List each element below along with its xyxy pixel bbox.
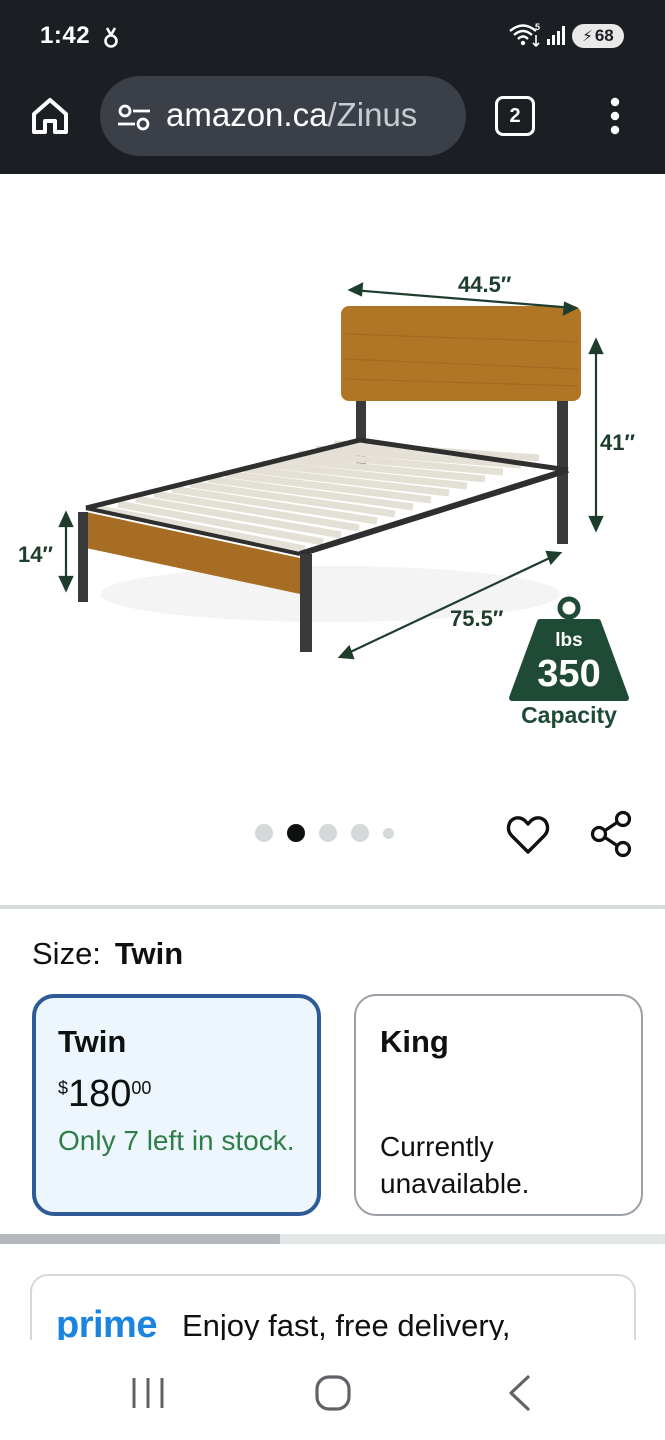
carousel-dot[interactable]: [383, 827, 394, 839]
home-icon[interactable]: [28, 94, 72, 138]
scrollbar-thumb[interactable]: [0, 1234, 280, 1244]
product-image[interactable]: 44.5″ 41″ 14″ 75.5″ lbs 350 Capacity: [0, 174, 665, 774]
capacity-unit: lbs: [555, 630, 582, 651]
size-option-name: King: [380, 1024, 449, 1059]
price-whole: 180: [68, 1073, 132, 1115]
dimension-clearance: 14″: [18, 542, 53, 567]
site-settings-icon[interactable]: [116, 102, 152, 132]
size-option-price: $180 00: [58, 1074, 295, 1114]
browser-chrome: 1:42 5 ⚡ 68 amazon.ca/Zinus 2: [0, 0, 665, 174]
capacity-value: 350: [537, 653, 600, 695]
more-vert-icon[interactable]: [604, 96, 626, 136]
dimension-length: 75.5″: [450, 606, 504, 631]
availability-status: Currently unavailable.: [380, 1131, 530, 1199]
url-text[interactable]: amazon.ca/Zinus: [166, 96, 456, 134]
size-option-king[interactable]: King Currently unavailable.: [354, 994, 643, 1216]
status-time: 1:42: [40, 22, 91, 49]
price-fraction: 00: [131, 1078, 152, 1098]
prime-text: Enjoy fast, free delivery,: [182, 1308, 511, 1343]
price-currency: $: [58, 1078, 69, 1098]
signal-icon: [547, 26, 565, 45]
capacity-label: Capacity: [521, 702, 617, 728]
image-carousel-indicator[interactable]: [255, 823, 394, 843]
carousel-dot-active[interactable]: [287, 824, 305, 842]
charging-icon: ⚡: [582, 28, 593, 45]
tab-count: 2: [509, 104, 521, 127]
url-domain: amazon.ca: [166, 96, 328, 133]
size-option-name: Twin: [58, 1024, 127, 1059]
capacity-badge: lbs 350 Capacity: [509, 596, 629, 728]
dimension-width: 44.5″: [458, 272, 512, 297]
carousel-dot[interactable]: [319, 824, 337, 842]
tab-switcher-icon[interactable]: 2: [495, 96, 535, 136]
system-nav-bar: [0, 1340, 665, 1440]
size-option-twin[interactable]: Twin $180 00 Only 7 left in stock.: [32, 994, 321, 1216]
dimension-height: 41″: [600, 430, 635, 455]
size-selected-value: Twin: [114, 936, 184, 971]
carousel-dot[interactable]: [255, 824, 273, 842]
back-icon[interactable]: [502, 1374, 536, 1412]
address-bar[interactable]: amazon.ca/Zinus: [100, 76, 466, 156]
heart-icon[interactable]: [505, 812, 551, 858]
stock-status: Only 7 left in stock.: [58, 1125, 295, 1156]
recents-icon[interactable]: [128, 1376, 168, 1410]
status-bar: 1:42 5 ⚡ 68: [0, 0, 665, 70]
size-label: Size:: [32, 936, 101, 971]
notification-icon: [104, 27, 118, 48]
svg-text:5: 5: [535, 22, 540, 32]
home-nav-icon[interactable]: [314, 1374, 352, 1412]
url-path: /Zinus: [327, 96, 418, 133]
battery-level: 68: [594, 26, 614, 45]
wifi-icon: 5: [509, 22, 540, 48]
horizontal-scrollbar[interactable]: [0, 1234, 665, 1244]
section-divider: [0, 905, 665, 909]
battery-indicator: ⚡ 68: [572, 24, 624, 48]
carousel-dot[interactable]: [351, 824, 369, 842]
share-icon[interactable]: [588, 810, 634, 858]
size-label-row: Size: Twin: [32, 936, 183, 972]
